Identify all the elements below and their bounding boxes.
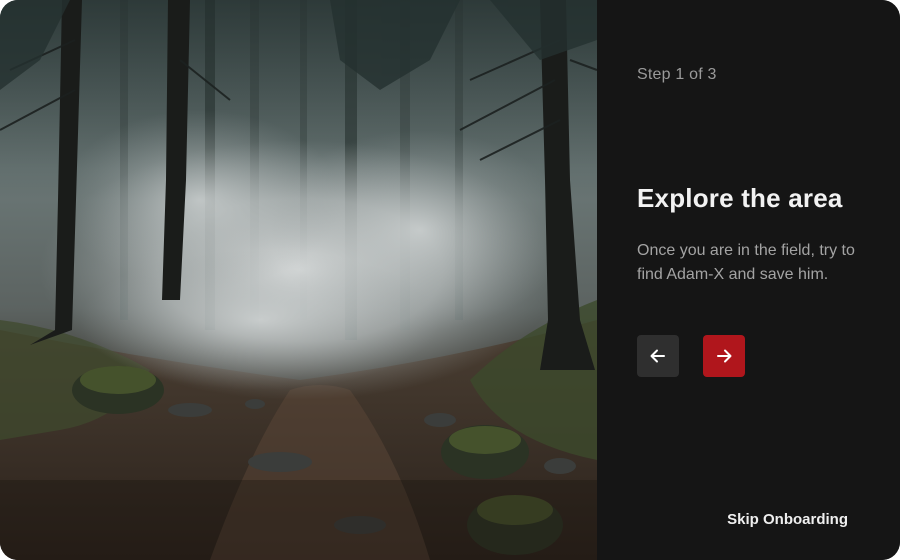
onboarding-title: Explore the area [637, 183, 843, 213]
onboarding-panel: Step 1 of 3 Explore the area Once you ar… [597, 0, 900, 560]
forest-image [0, 0, 597, 560]
arrow-left-icon [650, 349, 665, 363]
next-step-button[interactable] [703, 335, 745, 377]
arrow-right-icon [717, 349, 732, 363]
onboarding-description: Once you are in the field, try to find A… [637, 242, 855, 283]
step-navigation [637, 335, 745, 377]
onboarding-card: Step 1 of 3 Explore the area Once you ar… [0, 0, 900, 560]
previous-step-button[interactable] [637, 335, 679, 377]
step-indicator: Step 1 of 3 [637, 66, 717, 83]
skip-onboarding-button[interactable]: Skip Onboarding [727, 511, 848, 528]
